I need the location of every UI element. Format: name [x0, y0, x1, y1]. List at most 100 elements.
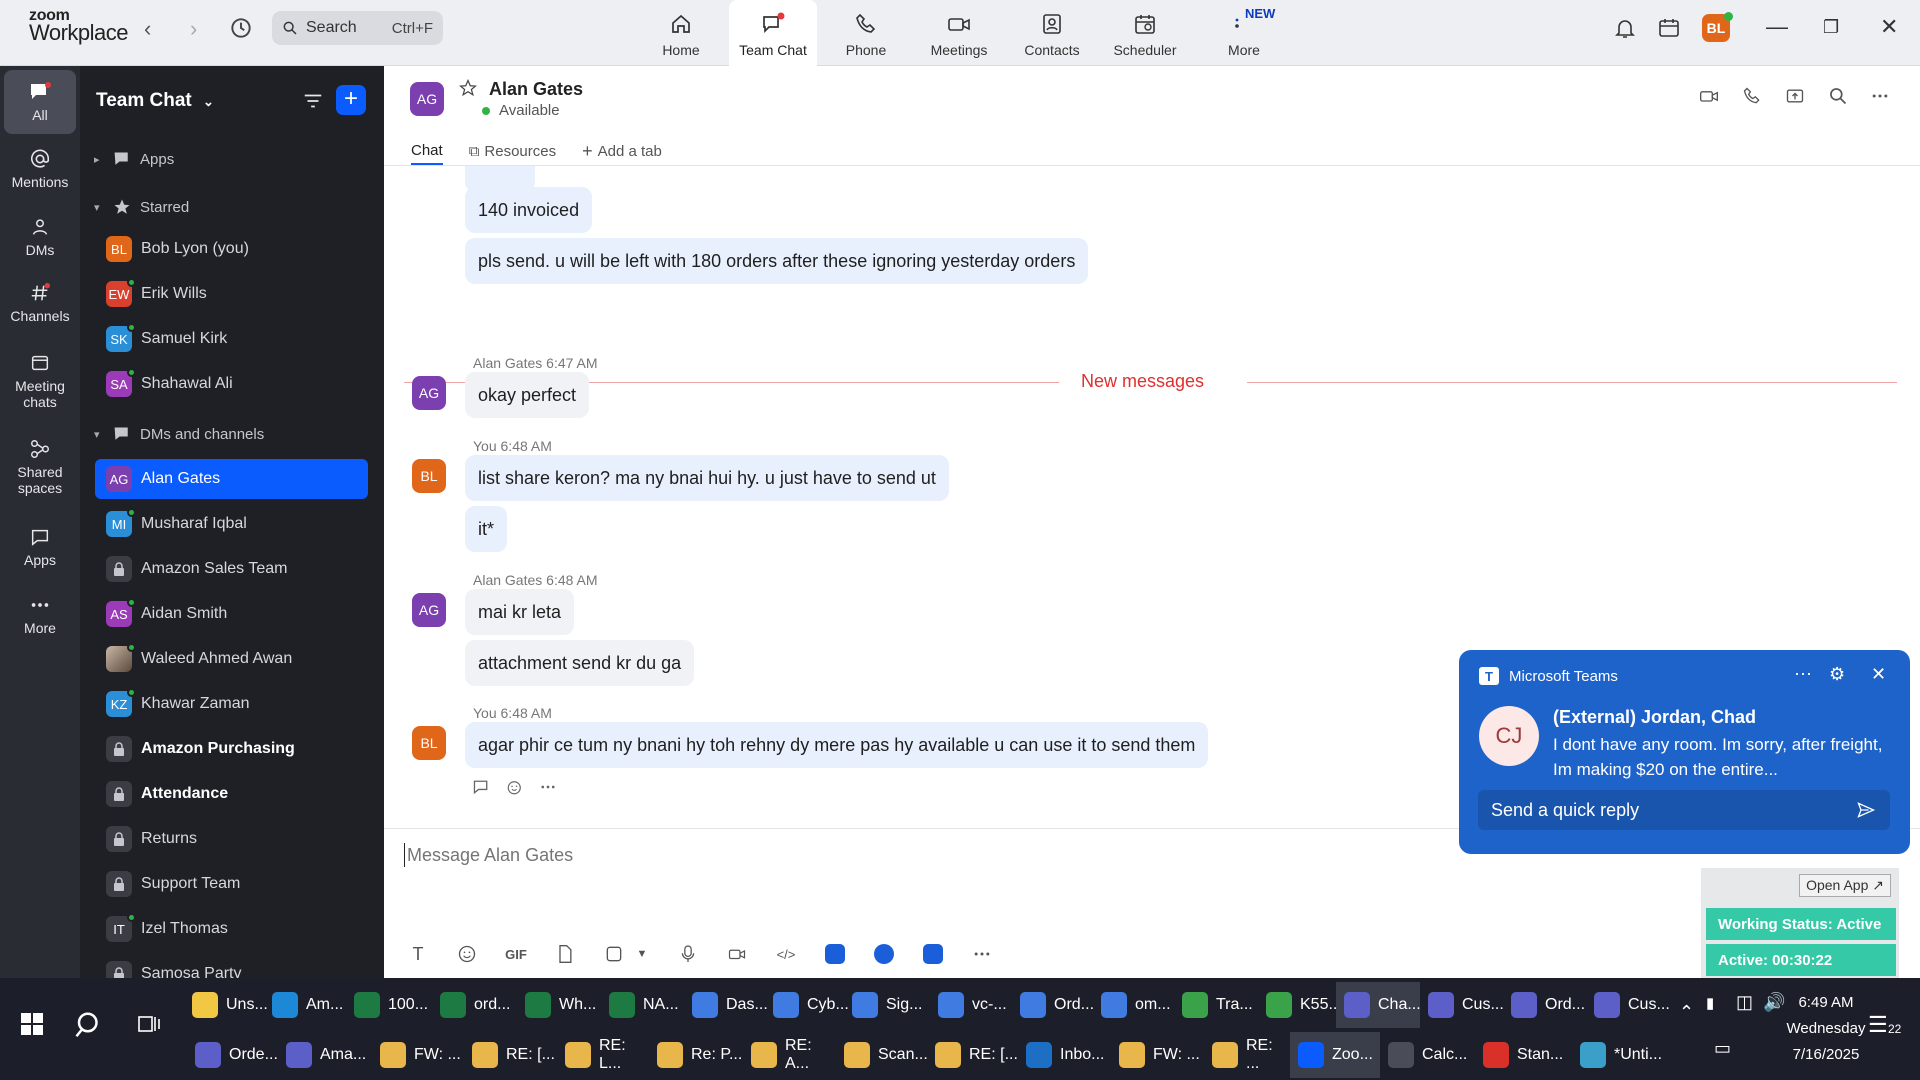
- channel-item[interactable]: Amazon Purchasing: [95, 729, 368, 769]
- taskbar-app[interactable]: om...: [1093, 982, 1174, 1028]
- taskbar-app[interactable]: Inbo...: [1018, 1032, 1111, 1078]
- dm-item[interactable]: MI Musharaf Iqbal: [95, 504, 368, 544]
- taskbar-app[interactable]: Ama...: [278, 1032, 372, 1078]
- code-snippet-icon[interactable]: </>: [771, 939, 801, 969]
- search-icon[interactable]: [1828, 86, 1848, 111]
- rail-item-meeting-chats[interactable]: Meeting chats: [4, 352, 76, 410]
- taskbar-app[interactable]: Stan...: [1475, 1032, 1572, 1078]
- tab-team-chat[interactable]: Team Chat: [729, 0, 817, 66]
- taskbar-clock[interactable]: 6:49 AM Wednesday 7/16/2025: [1776, 992, 1876, 1063]
- taskbar-app[interactable]: FW: ...: [372, 1032, 464, 1078]
- starred-item[interactable]: SK Samuel Kirk: [95, 319, 368, 359]
- dm-item[interactable]: Waleed Ahmed Awan: [95, 639, 368, 679]
- dm-item[interactable]: KZ Khawar Zaman: [95, 684, 368, 724]
- channel-item[interactable]: Attendance: [95, 774, 368, 814]
- search-box[interactable]: Search Ctrl+F: [272, 11, 443, 45]
- channel-item[interactable]: Support Team: [95, 864, 368, 904]
- notification-center-icon[interactable]: ☰ 22: [1868, 1012, 1904, 1038]
- close-window-icon[interactable]: ✕: [1880, 14, 1898, 40]
- taskbar-app[interactable]: Re: P...: [649, 1032, 743, 1078]
- taskbar-app[interactable]: *Unti...: [1572, 1032, 1662, 1078]
- chevron-down-icon[interactable]: ▼: [635, 939, 649, 969]
- more-options-icon[interactable]: ⋯: [1794, 664, 1812, 685]
- more-options-icon[interactable]: [1870, 86, 1890, 111]
- file-icon[interactable]: [550, 939, 580, 969]
- taskbar-app[interactable]: Ord...: [1503, 982, 1586, 1028]
- taskbar-app[interactable]: Wh...: [517, 982, 601, 1028]
- channel-item[interactable]: Amazon Sales Team: [95, 549, 368, 589]
- share-screen-icon[interactable]: [1784, 86, 1806, 111]
- restore-icon[interactable]: ❐: [1823, 17, 1839, 38]
- dm-item[interactable]: AS Aidan Smith: [95, 594, 368, 634]
- minimize-icon[interactable]: —: [1766, 14, 1788, 40]
- channel-item[interactable]: Samosa Party: [95, 954, 368, 978]
- tab-resources[interactable]: ⧉ Resources: [469, 137, 556, 165]
- calendar-status-icon[interactable]: [1657, 16, 1681, 40]
- settings-icon[interactable]: ⚙: [1829, 664, 1845, 685]
- taskbar-app[interactable]: K55...: [1258, 982, 1342, 1028]
- history-icon[interactable]: [228, 15, 254, 41]
- taskbar-app[interactable]: Cus...: [1586, 982, 1670, 1028]
- reply-icon[interactable]: [471, 778, 491, 801]
- app-icon[interactable]: [923, 944, 943, 964]
- taskbar-app[interactable]: RE: ...: [1204, 1032, 1290, 1078]
- taskbar-app[interactable]: Zoo...: [1290, 1032, 1380, 1078]
- taskbar-app[interactable]: RE: [...: [464, 1032, 557, 1078]
- tab-scheduler[interactable]: Scheduler: [1110, 0, 1180, 66]
- starred-item[interactable]: BL Bob Lyon (you): [95, 229, 368, 269]
- tab-phone[interactable]: Phone: [838, 0, 894, 66]
- tray-icon[interactable]: ▮: [1706, 994, 1714, 1012]
- section-apps[interactable]: ▸ Apps: [94, 150, 174, 168]
- app-icon[interactable]: [825, 944, 845, 964]
- taskbar-app[interactable]: Cus...: [1420, 982, 1504, 1028]
- search-icon[interactable]: [74, 1010, 104, 1040]
- message-bubble[interactable]: 140 invoiced: [465, 187, 593, 233]
- message-bubble[interactable]: mai kr leta: [465, 589, 575, 635]
- starred-item[interactable]: EW Erik Wills: [95, 274, 368, 314]
- app-icon[interactable]: [874, 944, 894, 964]
- video-call-icon[interactable]: [1698, 86, 1720, 111]
- taskbar-app[interactable]: Tra...: [1174, 982, 1258, 1028]
- taskbar-app[interactable]: vc-...: [930, 982, 1012, 1028]
- text-format-icon[interactable]: T: [403, 939, 433, 969]
- more-options-icon[interactable]: [967, 939, 997, 969]
- taskbar-app[interactable]: Am...: [264, 982, 346, 1028]
- rail-item-all[interactable]: All: [4, 70, 76, 134]
- section-dms[interactable]: ▾ DMs and channels: [94, 425, 264, 443]
- panel-title[interactable]: Team Chat ⌄: [96, 90, 214, 112]
- contact-avatar[interactable]: AG: [410, 82, 444, 116]
- phone-call-icon[interactable]: [1742, 86, 1762, 111]
- message-bubble[interactable]: agar phir ce tum ny bnani hy toh rehny d…: [465, 722, 1209, 768]
- rail-item-apps[interactable]: Apps: [4, 526, 76, 568]
- message-bubble[interactable]: it*: [465, 506, 508, 552]
- tab-add[interactable]: + Add a tab: [582, 137, 662, 165]
- starred-item[interactable]: SA Shahawal Ali: [95, 364, 368, 404]
- video-message-icon[interactable]: [722, 939, 752, 969]
- close-icon[interactable]: ✕: [1871, 664, 1886, 685]
- taskbar-app[interactable]: RE: [...: [927, 1032, 1018, 1078]
- taskbar-app[interactable]: RE: A...: [743, 1032, 836, 1078]
- microphone-icon[interactable]: [673, 939, 703, 969]
- channel-item[interactable]: Returns: [95, 819, 368, 859]
- send-icon[interactable]: [1855, 800, 1877, 820]
- emoji-icon[interactable]: [452, 939, 482, 969]
- bell-icon[interactable]: [1613, 16, 1637, 40]
- rail-item-dms[interactable]: DMs: [4, 216, 76, 258]
- rail-item-shared-spaces[interactable]: Shared spaces: [4, 438, 76, 496]
- quick-reply-input[interactable]: Send a quick reply: [1478, 790, 1890, 830]
- filter-icon[interactable]: [302, 90, 324, 112]
- rail-item-channels[interactable]: Channels: [4, 282, 76, 324]
- gif-button[interactable]: GIF: [501, 939, 531, 969]
- taskbar-app[interactable]: Scan...: [836, 1032, 928, 1078]
- sender-avatar[interactable]: AG: [412, 376, 446, 410]
- taskbar-app[interactable]: Ord...: [1012, 982, 1094, 1028]
- taskbar-app[interactable]: RE: L...: [557, 1032, 649, 1078]
- taskbar-app[interactable]: Das...: [684, 982, 768, 1028]
- screenshot-icon[interactable]: [599, 939, 629, 969]
- forward-arrow-icon[interactable]: ›: [190, 16, 197, 42]
- windows-start-icon[interactable]: [20, 1012, 44, 1036]
- taskbar-app[interactable]: Sig...: [844, 982, 930, 1028]
- rail-item-mentions[interactable]: Mentions: [4, 148, 76, 190]
- message-bubble[interactable]: list share keron? ma ny bnai hui hy. u j…: [465, 455, 949, 501]
- network-icon[interactable]: ◫: [1736, 992, 1753, 1013]
